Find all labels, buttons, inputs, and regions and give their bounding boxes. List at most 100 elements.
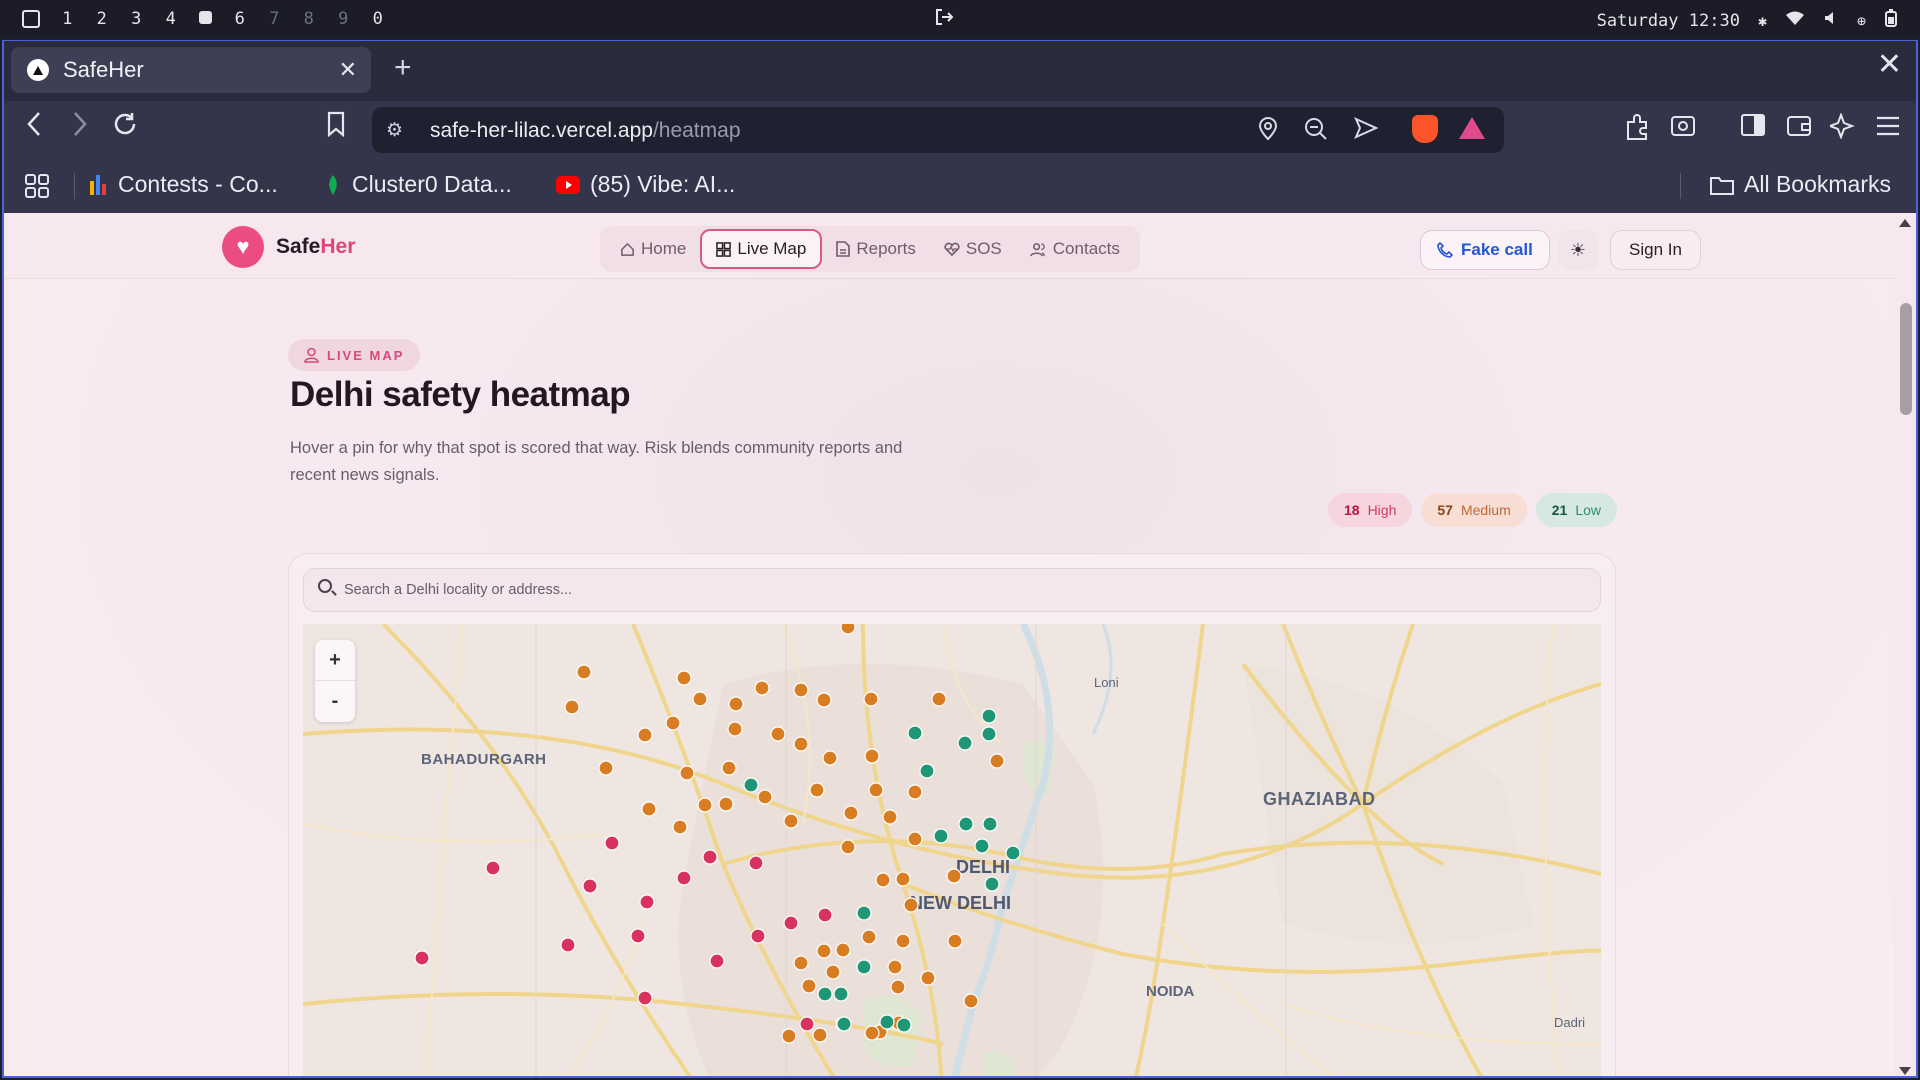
volume-icon[interactable] bbox=[1823, 10, 1839, 31]
wallet-icon[interactable] bbox=[1786, 113, 1812, 144]
risk-pin[interactable] bbox=[665, 715, 681, 731]
window-close-icon[interactable]: ✕ bbox=[1877, 47, 1902, 82]
risk-pin[interactable] bbox=[679, 765, 695, 781]
risk-pin[interactable] bbox=[836, 1016, 852, 1032]
search-input[interactable] bbox=[344, 569, 1584, 611]
risk-pin[interactable] bbox=[582, 878, 598, 894]
risk-pin[interactable] bbox=[801, 978, 817, 994]
risk-pin[interactable] bbox=[743, 777, 759, 793]
scrollbar-thumb[interactable] bbox=[1900, 303, 1912, 415]
workspace-switcher[interactable]: 1 2 3 4 6 7 8 9 0 bbox=[50, 9, 395, 29]
risk-pin[interactable] bbox=[783, 915, 799, 931]
workspace-6[interactable]: 6 bbox=[223, 9, 258, 29]
risk-pin[interactable] bbox=[676, 670, 692, 686]
risk-pin[interactable] bbox=[783, 813, 799, 829]
risk-pin[interactable] bbox=[812, 1027, 828, 1043]
risk-pin[interactable] bbox=[856, 905, 872, 921]
risk-pin[interactable] bbox=[958, 816, 974, 832]
risk-pin[interactable] bbox=[907, 831, 923, 847]
risk-pin[interactable] bbox=[947, 933, 963, 949]
wifi-icon[interactable] bbox=[1785, 10, 1805, 31]
bookmark-youtube[interactable]: (85) Vibe: AI... bbox=[556, 171, 735, 198]
risk-pin[interactable] bbox=[868, 782, 884, 798]
risk-pin[interactable] bbox=[833, 986, 849, 1002]
risk-pin[interactable] bbox=[989, 753, 1005, 769]
workspace-8[interactable]: 8 bbox=[292, 9, 327, 29]
workspace-7[interactable]: 7 bbox=[257, 9, 292, 29]
bookmark-contests[interactable]: Contests - Co... bbox=[90, 171, 278, 198]
risk-pin[interactable] bbox=[770, 726, 786, 742]
risk-pin[interactable] bbox=[564, 699, 580, 715]
risk-pin[interactable] bbox=[882, 809, 898, 825]
risk-pin[interactable] bbox=[840, 839, 856, 855]
risk-pin[interactable] bbox=[672, 819, 688, 835]
risk-pin[interactable] bbox=[639, 894, 655, 910]
screenshot-icon[interactable] bbox=[1670, 113, 1696, 146]
menu-hamburger-icon[interactable] bbox=[1876, 113, 1900, 144]
brave-shield-icon[interactable] bbox=[1412, 115, 1438, 143]
zoom-out-icon[interactable] bbox=[1304, 117, 1328, 147]
bluetooth-icon[interactable]: ✱ bbox=[1758, 12, 1767, 30]
risk-pin[interactable] bbox=[781, 1028, 797, 1044]
tab-close-icon[interactable]: ✕ bbox=[339, 57, 357, 83]
risk-pin[interactable] bbox=[692, 691, 708, 707]
risk-pin[interactable] bbox=[933, 828, 949, 844]
battery-icon[interactable] bbox=[1884, 9, 1900, 32]
workspace-9[interactable]: 9 bbox=[326, 9, 361, 29]
risk-pin[interactable] bbox=[974, 838, 990, 854]
risk-pin[interactable] bbox=[414, 950, 430, 966]
risk-pin[interactable] bbox=[879, 1014, 895, 1030]
risk-pin[interactable] bbox=[637, 990, 653, 1006]
risk-pin[interactable] bbox=[576, 664, 592, 680]
risk-pin[interactable] bbox=[604, 835, 620, 851]
bookmark-cluster0[interactable]: Cluster0 Data... bbox=[324, 171, 512, 198]
risk-pin[interactable] bbox=[981, 726, 997, 742]
risk-pin[interactable] bbox=[637, 727, 653, 743]
all-bookmarks-button[interactable]: All Bookmarks bbox=[1710, 171, 1891, 198]
scroll-up-arrow-icon[interactable] bbox=[1899, 219, 1911, 227]
risk-pin[interactable] bbox=[920, 970, 936, 986]
risk-pin[interactable] bbox=[728, 696, 744, 712]
risk-pin[interactable] bbox=[963, 993, 979, 1009]
zoom-in-button[interactable]: + bbox=[315, 640, 355, 681]
risk-pin[interactable] bbox=[982, 816, 998, 832]
brand-logo[interactable]: ♥ SafeHer bbox=[222, 226, 355, 268]
workspace-1[interactable]: 1 bbox=[50, 9, 85, 29]
risk-pin[interactable] bbox=[890, 979, 906, 995]
theme-toggle-sun-icon[interactable]: ☀ bbox=[1558, 230, 1598, 270]
risk-pin[interactable] bbox=[907, 725, 923, 741]
risk-pin[interactable] bbox=[957, 735, 973, 751]
workspace-0[interactable]: 0 bbox=[361, 9, 396, 29]
risk-pin[interactable] bbox=[809, 782, 825, 798]
leo-ai-sparkle-icon[interactable] bbox=[1827, 112, 1856, 146]
risk-pin[interactable] bbox=[727, 721, 743, 737]
risk-pin[interactable] bbox=[875, 872, 891, 888]
risk-pin[interactable] bbox=[754, 680, 770, 696]
risk-pin[interactable] bbox=[984, 876, 1000, 892]
risk-pin[interactable] bbox=[630, 928, 646, 944]
risk-pin[interactable] bbox=[816, 943, 832, 959]
risk-pin[interactable] bbox=[840, 624, 856, 635]
new-tab-plus-icon[interactable]: + bbox=[394, 51, 412, 85]
sidebar-toggle-icon[interactable] bbox=[1740, 113, 1766, 144]
risk-pin[interactable] bbox=[864, 1025, 880, 1041]
risk-pin[interactable] bbox=[981, 708, 997, 724]
risk-pin[interactable] bbox=[793, 736, 809, 752]
risk-pin[interactable] bbox=[895, 871, 911, 887]
risk-pin[interactable] bbox=[748, 855, 764, 871]
risk-pin[interactable] bbox=[598, 760, 614, 776]
forward-arrow-icon[interactable] bbox=[72, 111, 88, 144]
reload-icon[interactable] bbox=[112, 111, 138, 144]
tab-safeher[interactable]: SafeHer ✕ bbox=[11, 47, 371, 93]
risk-pin[interactable] bbox=[1005, 845, 1021, 861]
risk-pin[interactable] bbox=[863, 691, 879, 707]
brave-rewards-icon[interactable] bbox=[1459, 117, 1485, 139]
address-bar[interactable]: ⚙ safe-her-lilac.vercel.app/heatmap bbox=[372, 107, 1504, 153]
workspace-2[interactable]: 2 bbox=[85, 9, 120, 29]
risk-pin[interactable] bbox=[931, 691, 947, 707]
risk-pin[interactable] bbox=[919, 763, 935, 779]
nav-live-map[interactable]: Live Map bbox=[700, 229, 823, 269]
workspace-5-active[interactable] bbox=[188, 9, 223, 29]
risk-pin[interactable] bbox=[843, 805, 859, 821]
map-tiles[interactable]: BAHADURGARH Loni GHAZIABAD DELHI NEW DEL… bbox=[303, 624, 1601, 1078]
